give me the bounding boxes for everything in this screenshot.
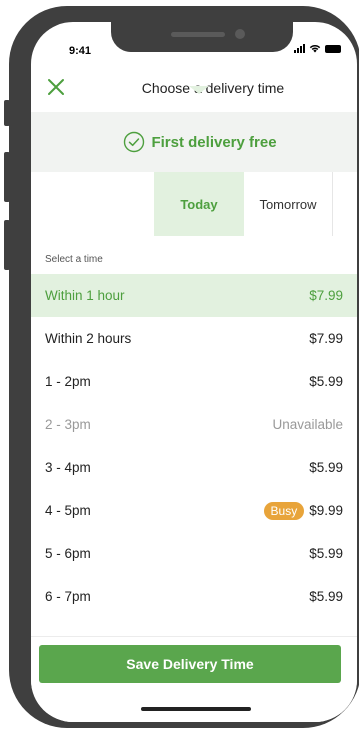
time-slot-row[interactable]: 4 - 5pm Busy $9.99 [31,489,357,532]
time-slot-list: Within 1 hour $7.99 Within 2 hours $7.99… [31,274,357,618]
time-slot-label: 3 - 4pm [45,460,91,475]
time-slot-label: 1 - 2pm [45,374,91,389]
camera [235,29,245,39]
promo-banner: First delivery free [31,112,357,172]
time-slot-row[interactable]: Within 1 hour $7.99 [31,274,357,317]
status-icons [294,44,341,53]
wifi-icon [309,44,321,53]
time-slot-label: 2 - 3pm [45,417,91,432]
phone-frame: 9:41 Choose a delivery time First delive… [9,6,359,728]
time-slot-price: $5.99 [309,460,343,475]
time-slot-row[interactable]: Within 2 hours $7.99 [31,317,357,360]
busy-badge: Busy [263,501,305,520]
home-indicator[interactable] [141,707,251,711]
device-stage: 9:41 Choose a delivery time First delive… [0,0,359,730]
time-slot-label: 6 - 7pm [45,589,91,604]
promo-text: First delivery free [151,133,277,151]
time-slot-label: Within 1 hour [45,288,125,303]
active-tab-pointer [189,86,209,94]
time-slot-price: $5.99 [309,546,343,561]
day-tabs: Today Tomorrow [31,172,357,236]
footer: Save Delivery Time [31,636,357,722]
time-slot-price: $5.99 [309,374,343,389]
time-slot-price: $7.99 [309,288,343,303]
time-slot-row[interactable]: 5 - 6pm $5.99 [31,532,357,575]
tab-today[interactable]: Today [154,172,244,236]
time-slot-row[interactable]: 6 - 7pm $5.99 [31,575,357,618]
time-slot-price: $9.99 [309,503,343,518]
signal-icon [294,44,305,53]
time-slot-price: $7.99 [309,331,343,346]
time-slot-row[interactable]: 1 - 2pm $5.99 [31,360,357,403]
battery-icon [325,44,341,53]
phone-screen: 9:41 Choose a delivery time First delive… [31,22,357,722]
time-slot-row[interactable]: 3 - 4pm $5.99 [31,446,357,489]
time-slot-price: $5.99 [309,589,343,604]
time-slot-label: Within 2 hours [45,331,132,346]
notch [111,22,293,52]
tab-tomorrow[interactable]: Tomorrow [244,172,333,236]
time-slot-label: 4 - 5pm [45,503,91,518]
save-delivery-time-button[interactable]: Save Delivery Time [39,645,341,683]
check-circle-icon [124,131,145,153]
section-label: Select a time [45,254,103,265]
status-time: 9:41 [69,45,92,57]
time-slot-row: 2 - 3pm Unavailable [31,403,357,446]
time-slot-status: Unavailable [272,417,343,432]
time-slot-label: 5 - 6pm [45,546,91,561]
speaker [171,32,225,37]
